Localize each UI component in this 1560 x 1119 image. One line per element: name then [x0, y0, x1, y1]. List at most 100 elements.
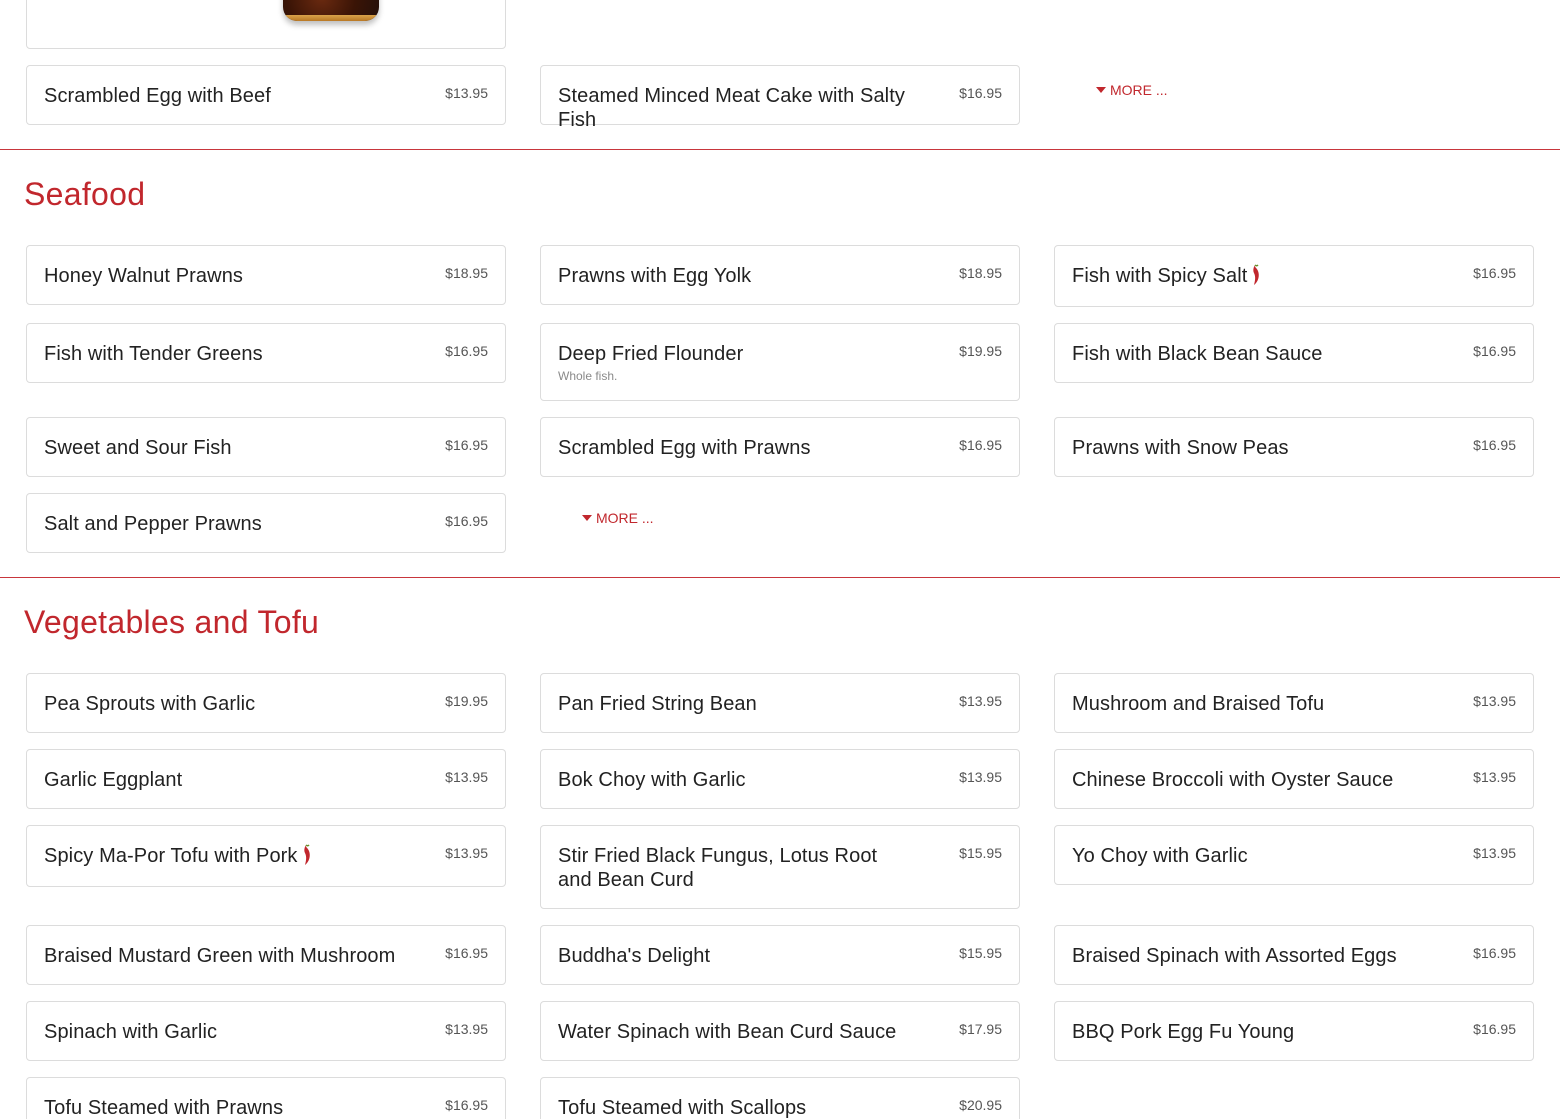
menu-item-price: $19.95	[959, 343, 1002, 359]
menu-item-card[interactable]: Yo Choy with Garlic $13.95	[1054, 825, 1534, 885]
menu-item-card-with-photo[interactable]	[26, 0, 506, 49]
menu-item-price: $16.95	[1473, 437, 1516, 453]
menu-item-name: Sweet and Sour Fish	[44, 437, 232, 459]
menu-item-price: $13.95	[445, 769, 488, 785]
chili-pepper-icon	[303, 844, 310, 865]
menu-item-price: $16.95	[959, 437, 1002, 453]
menu-item-price: $15.95	[959, 945, 1002, 961]
menu-item-name: BBQ Pork Egg Fu Young	[1072, 1021, 1295, 1043]
menu-item-description: Whole fish.	[558, 369, 618, 383]
section-divider	[0, 149, 1560, 150]
menu-item-card[interactable]: Tofu Steamed with Prawns $16.95	[26, 1077, 506, 1119]
menu-item-name: Stir Fried Black Fungus, Lotus Root and …	[558, 845, 878, 891]
menu-item-name: Bok Choy with Garlic	[558, 769, 746, 791]
menu-item-card[interactable]: BBQ Pork Egg Fu Young $16.95	[1054, 1001, 1534, 1061]
section-divider	[0, 577, 1560, 578]
menu-item-name: Braised Spinach with Assorted Eggs	[1072, 945, 1397, 967]
menu-item-card[interactable]: Stir Fried Black Fungus, Lotus Root and …	[540, 825, 1020, 909]
menu-item-card[interactable]: Honey Walnut Prawns $18.95	[26, 245, 506, 305]
menu-item-price: $13.95	[959, 769, 1002, 785]
menu-item-name: Steamed Minced Meat Cake with Salty Fish	[558, 85, 905, 131]
menu-item-name: Scrambled Egg with Beef	[44, 85, 271, 107]
menu-item-name: Tofu Steamed with Prawns	[44, 1097, 284, 1119]
chili-pepper-icon	[1253, 264, 1260, 285]
menu-item-price: $13.95	[1473, 693, 1516, 709]
menu-item-name: Mushroom and Braised Tofu	[1072, 693, 1325, 715]
menu-item-name: Salt and Pepper Prawns	[44, 513, 262, 535]
menu-item-card[interactable]: Fish with Black Bean Sauce $16.95	[1054, 323, 1534, 383]
menu-item-card[interactable]: Mushroom and Braised Tofu $13.95	[1054, 673, 1534, 733]
menu-item-name: Spicy Ma-Por Tofu with Pork	[44, 845, 298, 867]
menu-item-price: $20.95	[959, 1097, 1002, 1113]
menu-item-card[interactable]: Scrambled Egg with Prawns $16.95	[540, 417, 1020, 477]
menu-item-card[interactable]: Water Spinach with Bean Curd Sauce $17.9…	[540, 1001, 1020, 1061]
menu-item-price: $18.95	[445, 265, 488, 281]
menu-item-card[interactable]: Steamed Minced Meat Cake with Salty Fish…	[540, 65, 1020, 131]
menu-item-card[interactable]: Garlic Eggplant $13.95	[26, 749, 506, 809]
menu-item-card[interactable]: Braised Spinach with Assorted Eggs $16.9…	[1054, 925, 1534, 985]
menu-item-card[interactable]: Bok Choy with Garlic $13.95	[540, 749, 1020, 809]
menu-item-card[interactable]: Deep Fried Flounder Whole fish. $19.95	[540, 323, 1020, 401]
menu-item-price: $15.95	[959, 845, 1002, 861]
menu-item-price: $16.95	[959, 85, 1002, 101]
menu-item-price: $16.95	[445, 343, 488, 359]
menu-item-price: $16.95	[1473, 343, 1516, 359]
menu-item-name: Honey Walnut Prawns	[44, 265, 244, 287]
menu-item-price: $16.95	[445, 513, 488, 529]
menu-item-card[interactable]: Buddha's Delight $15.95	[540, 925, 1020, 985]
menu-item-name: Garlic Eggplant	[44, 769, 183, 791]
menu-item-name: Fish with Spicy Salt	[1072, 265, 1248, 287]
menu-item-name: Fish with Black Bean Sauce	[1072, 343, 1323, 365]
menu-item-name: Scrambled Egg with Prawns	[558, 437, 811, 459]
caret-down-icon	[1096, 87, 1106, 93]
food-photo	[283, 0, 379, 21]
menu-item-card[interactable]: Sweet and Sour Fish $16.95	[26, 417, 506, 477]
menu-item-name: Yo Choy with Garlic	[1072, 845, 1248, 867]
menu-item-name: Braised Mustard Green with Mushroom	[44, 945, 396, 967]
menu-item-name: Pan Fried String Bean	[558, 693, 757, 715]
menu-item-card[interactable]: Fish with Spicy Salt $16.95	[1054, 245, 1534, 307]
menu-item-name: Deep Fried Flounder	[558, 343, 744, 365]
menu-item-price: $16.95	[445, 945, 488, 961]
more-button[interactable]: MORE ...	[1096, 82, 1168, 98]
menu-item-name: Fish with Tender Greens	[44, 343, 263, 365]
menu-item-price: $16.95	[1473, 945, 1516, 961]
menu-item-card[interactable]: Salt and Pepper Prawns $16.95	[26, 493, 506, 553]
menu-item-card[interactable]: Scrambled Egg with Beef $13.95	[26, 65, 506, 125]
menu-item-card[interactable]: Tofu Steamed with Scallops $20.95	[540, 1077, 1020, 1119]
menu-item-price: $19.95	[445, 693, 488, 709]
menu-item-price: $13.95	[1473, 769, 1516, 785]
menu-item-price: $17.95	[959, 1021, 1002, 1037]
menu-item-card[interactable]: Fish with Tender Greens $16.95	[26, 323, 506, 383]
menu-item-card[interactable]: Spicy Ma-Por Tofu with Pork $13.95	[26, 825, 506, 887]
more-label: MORE ...	[1110, 82, 1168, 98]
more-button[interactable]: MORE ...	[582, 510, 654, 526]
menu-item-name: Prawns with Egg Yolk	[558, 265, 752, 287]
menu-item-card[interactable]: Prawns with Egg Yolk $18.95	[540, 245, 1020, 305]
menu-item-card[interactable]: Braised Mustard Green with Mushroom $16.…	[26, 925, 506, 985]
menu-item-name: Tofu Steamed with Scallops	[558, 1097, 807, 1119]
menu-item-price: $13.95	[445, 1021, 488, 1037]
menu-item-price: $13.95	[445, 845, 488, 861]
menu-item-name: Buddha's Delight	[558, 945, 711, 967]
menu-item-price: $16.95	[445, 437, 488, 453]
caret-down-icon	[582, 515, 592, 521]
menu-item-price: $16.95	[445, 1097, 488, 1113]
menu-item-card[interactable]: Pan Fried String Bean $13.95	[540, 673, 1020, 733]
menu-item-price: $13.95	[959, 693, 1002, 709]
menu-item-card[interactable]: Spinach with Garlic $13.95	[26, 1001, 506, 1061]
menu-item-card[interactable]: Chinese Broccoli with Oyster Sauce $13.9…	[1054, 749, 1534, 809]
menu-item-name-wrap: Spicy Ma-Por Tofu with Pork	[44, 844, 488, 868]
menu-item-name: Spinach with Garlic	[44, 1021, 218, 1043]
menu-item-name-wrap: Fish with Spicy Salt	[1072, 264, 1516, 288]
menu-item-price: $18.95	[959, 265, 1002, 281]
menu-item-card[interactable]: Pea Sprouts with Garlic $19.95	[26, 673, 506, 733]
menu-item-name: Chinese Broccoli with Oyster Sauce	[1072, 769, 1394, 791]
menu-item-price: $13.95	[445, 85, 488, 101]
more-label: MORE ...	[596, 510, 654, 526]
menu-item-name: Pea Sprouts with Garlic	[44, 693, 256, 715]
menu-item-price: $16.95	[1473, 1021, 1516, 1037]
menu-item-name: Prawns with Snow Peas	[1072, 437, 1289, 459]
menu-item-card[interactable]: Prawns with Snow Peas $16.95	[1054, 417, 1534, 477]
section-title-seafood: Seafood	[24, 176, 146, 212]
